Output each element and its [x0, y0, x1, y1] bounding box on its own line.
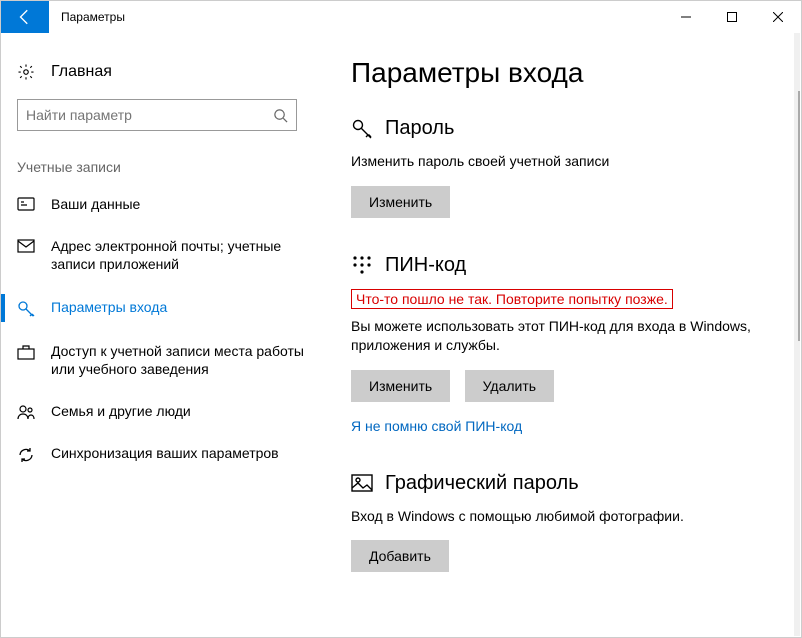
sync-icon: [17, 444, 35, 464]
minimize-button[interactable]: [663, 1, 709, 33]
scrollbar-thumb[interactable]: [798, 91, 800, 341]
pin-forgot-link[interactable]: Я не помню свой ПИН-код: [351, 418, 522, 434]
password-section: Пароль Изменить пароль своей учетной зап…: [351, 117, 781, 218]
search-input[interactable]: [26, 107, 273, 123]
key-icon: [351, 118, 373, 140]
titlebar: Параметры: [1, 1, 801, 33]
back-button[interactable]: [1, 1, 49, 33]
sidebar-section-label: Учетные записи: [1, 131, 321, 183]
sidebar-home-label: Главная: [51, 63, 112, 81]
pin-pad-icon: [351, 255, 373, 275]
sidebar-item-family[interactable]: Семья и другие люди: [1, 390, 321, 432]
key-icon: [17, 298, 35, 318]
pin-heading: ПИН-код: [385, 254, 466, 277]
pin-section: ПИН-код Что-то пошло не так. Повторите п…: [351, 254, 781, 436]
search-box[interactable]: [17, 99, 297, 131]
titlebar-spacer: [125, 1, 663, 33]
sidebar-item-label: Параметры входа: [51, 298, 305, 316]
sidebar-home[interactable]: Главная: [1, 53, 321, 91]
sidebar-item-email-accounts[interactable]: Адрес электронной почты; учетные записи …: [1, 225, 321, 285]
sidebar-item-label: Доступ к учетной записи места работы или…: [51, 342, 305, 378]
picture-add-button[interactable]: Добавить: [351, 540, 449, 572]
gear-icon: [17, 63, 35, 81]
sidebar-item-label: Синхронизация ваших параметров: [51, 444, 305, 462]
pin-desc: Вы можете использовать этот ПИН-код для …: [351, 317, 781, 356]
sidebar-item-your-info[interactable]: Ваши данные: [1, 183, 321, 225]
mail-icon: [17, 237, 35, 253]
picture-icon: [351, 474, 373, 492]
main-content: Параметры входа Пароль Изменить пароль с…: [321, 33, 801, 637]
pin-error-message: Что-то пошло не так. Повторите попытку п…: [351, 289, 673, 309]
sidebar-item-label: Адрес электронной почты; учетные записи …: [51, 237, 305, 273]
sidebar: Главная Учетные записи Ваши данные А: [1, 33, 321, 637]
search-icon: [273, 108, 288, 123]
pin-change-button[interactable]: Изменить: [351, 370, 450, 402]
window-title: Параметры: [49, 1, 125, 33]
sidebar-item-sync[interactable]: Синхронизация ваших параметров: [1, 432, 321, 476]
pin-delete-button[interactable]: Удалить: [465, 370, 554, 402]
picture-desc: Вход в Windows с помощью любимой фотогра…: [351, 507, 781, 527]
badge-icon: [17, 195, 35, 211]
picture-heading: Графический пароль: [385, 472, 579, 495]
password-heading: Пароль: [385, 117, 454, 140]
briefcase-icon: [17, 342, 35, 360]
sidebar-item-work-access[interactable]: Доступ к учетной записи места работы или…: [1, 330, 321, 390]
page-title: Параметры входа: [351, 57, 781, 89]
sidebar-item-sign-in-options[interactable]: Параметры входа: [1, 286, 321, 330]
people-icon: [17, 402, 35, 420]
password-change-button[interactable]: Изменить: [351, 186, 450, 218]
maximize-button[interactable]: [709, 1, 755, 33]
picture-password-section: Графический пароль Вход в Windows с помо…: [351, 472, 781, 573]
password-desc: Изменить пароль своей учетной записи: [351, 152, 781, 172]
close-button[interactable]: [755, 1, 801, 33]
sidebar-item-label: Семья и другие люди: [51, 402, 305, 420]
sidebar-item-label: Ваши данные: [51, 195, 305, 213]
